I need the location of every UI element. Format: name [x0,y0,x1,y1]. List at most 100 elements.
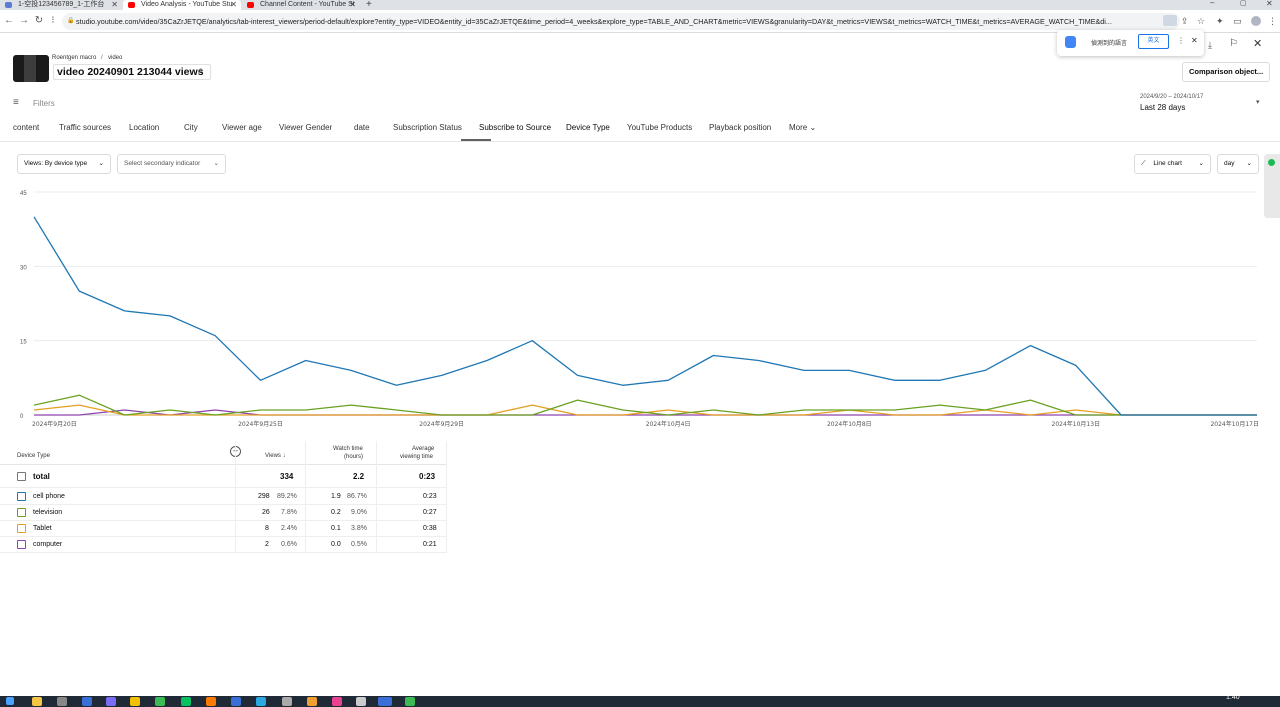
browser-tab-2[interactable]: Video Analysis - YouTube Stu ✕ [123,0,241,10]
chevron-down-icon: ⌄ [213,160,219,167]
breadcrumb-separator: / [101,55,103,61]
app-icon[interactable] [206,697,216,706]
back-icon[interactable]: ← [3,14,15,28]
translate-more-icon[interactable]: ⋮ [1177,36,1185,45]
tab-device-type[interactable]: Device Type [566,123,610,132]
browser-tab-3[interactable]: Channel Content - YouTube St ✕ [242,0,360,10]
breadcrumb-page[interactable]: video [108,55,122,61]
video-thumbnail[interactable] [13,55,49,82]
tab-subscription-status[interactable]: Subscription Status [393,123,462,132]
maximize-window-icon[interactable]: ▢ [1240,0,1247,7]
x-tick-label: 2024年9月25日 [238,420,283,428]
row-checkbox[interactable] [17,491,26,501]
tab-viewer-gender[interactable]: Viewer Gender [279,123,332,132]
lock-icon: 🔒 [67,18,75,24]
row-checkbox[interactable] [17,507,26,517]
comparison-button[interactable]: Comparison object... [1182,62,1271,82]
reload-icon[interactable]: ↻ [33,14,45,28]
video-title-selector[interactable]: video 20240901 213044 views ⌕ [53,64,211,80]
app-icon[interactable] [356,697,366,706]
tab-location[interactable]: Location [129,123,159,132]
y-tick-label: 15 [20,340,27,346]
wechat-icon[interactable] [181,697,191,706]
app-icon[interactable] [405,697,415,706]
close-window-icon[interactable]: ✕ [1266,0,1273,8]
close-tab-icon[interactable]: ✕ [111,0,118,10]
forward-icon[interactable]: → [18,14,30,28]
row-views-pct: 2.4% [281,525,297,532]
tab-more[interactable]: More ⌄ [789,123,816,132]
tab-traffic-sources[interactable]: Traffic sources [59,123,111,132]
telegram-icon[interactable] [256,697,266,706]
site-info-icon[interactable]: ⁝ [47,14,59,28]
profile-avatar[interactable] [1251,16,1261,26]
google-translate-icon [1065,36,1076,48]
secondary-metric-select[interactable]: Select secondary indicator ⌄ [117,154,226,174]
chevron-down-icon: ⌄ [809,123,817,132]
app-icon[interactable] [378,697,392,706]
feedback-icon[interactable]: ⚐ [1229,38,1238,49]
table-header: Device Type + Views ↓ Watch time (hours)… [0,441,447,465]
metric-select[interactable]: Views: By device type ⌄ [17,154,111,174]
translate-icon[interactable] [1163,15,1177,26]
filter-icon[interactable]: ≡ [13,97,19,108]
total-label-cell: total [17,466,50,488]
url-field[interactable]: 🔒 studio.youtube.com/video/35CaZrJETQE/a… [62,13,1180,30]
app-icon[interactable] [130,697,140,706]
browser-tab-1-label: 1-空投123456789_1-工作台 [18,1,105,8]
taskbar-clock[interactable]: 1:40 [1226,694,1240,701]
translate-language-option[interactable]: 英文 [1138,34,1169,49]
col-views-label: Views [265,453,281,459]
row-checkbox[interactable] [17,539,26,549]
search-app-icon[interactable] [57,697,67,706]
tab-subscribe-to-source[interactable]: Subscribe to Source [479,123,551,132]
tab-date[interactable]: date [354,123,370,132]
close-tab-icon[interactable]: ✕ [349,0,356,10]
row-checkbox[interactable] [17,523,26,533]
granularity-value: day [1224,160,1235,167]
chrome-icon[interactable] [155,697,165,706]
app-icon[interactable] [82,697,92,706]
sidepanel-icon[interactable]: ▭ [1233,16,1242,27]
tab-playback-position[interactable]: Playback position [709,123,771,132]
browser-menu-icon[interactable]: ⋮ [1268,16,1277,27]
app-icon[interactable] [106,697,116,706]
app-icon[interactable] [231,697,241,706]
tab-content[interactable]: content [13,123,39,132]
col-views[interactable]: Views ↓ [265,453,286,459]
app-icon[interactable] [307,697,317,706]
tab-viewer-age[interactable]: Viewer age [222,123,262,132]
new-tab-icon[interactable]: + [366,0,372,10]
chart-type-select[interactable]: ⟋ Line chart ⌄ [1134,154,1211,174]
browser-tab-1[interactable]: 1-空投123456789_1-工作台 ✕ [0,0,122,10]
translate-detected-label: 偵測到的語言 [1091,41,1128,47]
granularity-select[interactable]: day ⌄ [1217,154,1259,174]
app-icon[interactable] [282,697,292,706]
translate-close-icon[interactable]: ✕ [1191,36,1198,45]
row-watch: 0.0 [331,541,341,548]
tab-city[interactable]: City [184,123,198,132]
extensions-icon[interactable]: ✦ [1216,16,1224,27]
series-line-cell-phone [33,216,1257,416]
tab-youtube-products[interactable]: YouTube Products [627,123,692,132]
minimize-window-icon[interactable]: – [1210,0,1214,7]
download-icon[interactable]: ⤓ [1208,40,1212,51]
row-watch-pct: 9.0% [351,509,367,516]
close-analytics-icon[interactable]: ✕ [1253,37,1262,50]
start-menu-icon[interactable] [6,697,14,705]
bookmark-star-icon[interactable]: ☆ [1197,16,1205,27]
close-tab-icon[interactable]: ✕ [230,0,237,10]
file-explorer-icon[interactable] [32,697,42,706]
x-tick-label: 2024年9月20日 [32,420,77,428]
app-icon[interactable] [332,697,342,706]
filters-label[interactable]: Filters [33,99,55,108]
total-checkbox[interactable] [17,472,26,482]
x-tick-label: 2024年10月13日 [1052,420,1101,428]
sort-down-icon: ↓ [282,453,286,459]
os-taskbar: 1:40 [0,694,1280,707]
share-icon[interactable]: ⇪ [1181,16,1189,27]
metric-select-value: Views: By device type [24,160,88,167]
breadcrumb-channel[interactable]: Roentgen macro [52,55,96,61]
row-views-pct: 89.2% [277,493,297,500]
date-range-selector[interactable]: 2024/9/20 – 2024/10/17 Last 28 days ▾ [1133,91,1263,117]
